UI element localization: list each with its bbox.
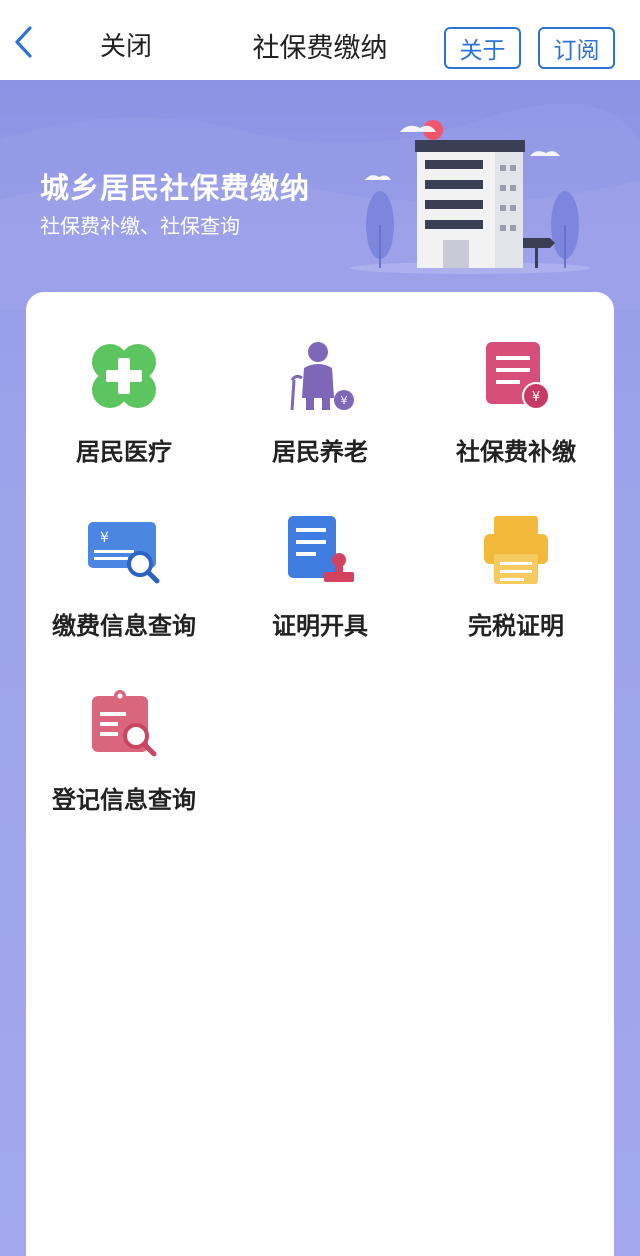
clipboard-search-icon bbox=[92, 690, 157, 757]
back-button[interactable] bbox=[8, 22, 42, 62]
service-resident-medical[interactable]: 居民医疗 bbox=[26, 340, 222, 500]
services-card: 居民医疗 ¥ 居民养老 ¥ 社保费补缴 ¥ 缴费信息查询 证明开具 完税证明 登… bbox=[26, 292, 614, 1256]
subscribe-button[interactable]: 订阅 bbox=[538, 27, 615, 69]
svg-text:¥: ¥ bbox=[100, 530, 109, 546]
service-label: 居民医疗 bbox=[76, 438, 172, 466]
service-certificate-issue[interactable]: 证明开具 bbox=[222, 514, 418, 674]
service-label: 社保费补缴 bbox=[456, 438, 576, 466]
navigation-bar: 关闭 社保费缴纳 关于 订阅 bbox=[0, 0, 640, 80]
banner-title: 城乡居民社保费缴纳 bbox=[40, 171, 311, 205]
chevron-left-icon bbox=[15, 26, 32, 58]
card-search-icon: ¥ bbox=[88, 522, 160, 584]
medical-cross-icon bbox=[92, 344, 156, 408]
service-payment-info-query[interactable]: ¥ 缴费信息查询 bbox=[26, 514, 222, 674]
document-yuan-icon: ¥ bbox=[486, 342, 550, 410]
elderly-person-icon: ¥ bbox=[290, 342, 354, 411]
printer-icon bbox=[484, 516, 548, 584]
close-button[interactable]: 关闭 bbox=[100, 26, 152, 63]
service-registration-info-query[interactable]: 登记信息查询 bbox=[26, 688, 222, 848]
service-resident-pension[interactable]: ¥ 居民养老 bbox=[222, 340, 418, 500]
service-label: 完税证明 bbox=[468, 612, 564, 640]
service-label: 居民养老 bbox=[272, 438, 368, 466]
document-stamp-icon bbox=[288, 516, 354, 582]
service-label: 登记信息查询 bbox=[52, 786, 196, 814]
svg-text:¥: ¥ bbox=[341, 394, 348, 407]
service-tax-payment-certificate[interactable]: 完税证明 bbox=[418, 514, 614, 674]
service-label: 缴费信息查询 bbox=[52, 612, 196, 640]
banner-subtitle: 社保费补缴、社保查询 bbox=[40, 214, 240, 238]
building-illustration bbox=[350, 120, 590, 274]
about-button[interactable]: 关于 bbox=[444, 27, 521, 69]
service-social-security-supplement[interactable]: ¥ 社保费补缴 bbox=[418, 340, 614, 500]
service-label: 证明开具 bbox=[272, 612, 368, 640]
svg-text:¥: ¥ bbox=[532, 390, 540, 405]
